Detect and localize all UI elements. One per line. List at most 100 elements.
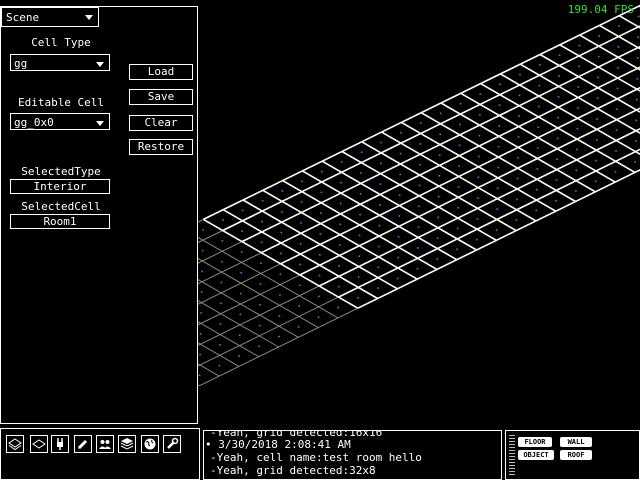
log-console[interactable]: -Yeah, grid detected:16x16 • 3/30/2018 2…: [203, 430, 502, 480]
selected-type-value: Interior: [10, 179, 110, 194]
cell-dot: [241, 209, 244, 212]
cell-dot: [378, 224, 381, 227]
cell-dot: [436, 237, 439, 239]
load-button[interactable]: Load: [129, 64, 193, 80]
cell-dot: [319, 233, 322, 235]
floor-layer-button[interactable]: FLOOR: [518, 437, 552, 447]
cell-dot: [319, 254, 321, 256]
cell-dot: [637, 57, 639, 59]
editable-cell-select[interactable]: gg_0x0: [10, 113, 110, 130]
cell-dot: [318, 274, 321, 277]
cell-dot: [338, 244, 341, 246]
cell-dot: [556, 158, 558, 160]
cell-dot: [379, 183, 382, 185]
cell-dot: [517, 157, 519, 159]
cell-dot: [538, 105, 540, 108]
log-line: • 3/30/2018 2:08:41 AM: [205, 438, 351, 451]
roof-layer-button[interactable]: ROOF: [560, 450, 592, 460]
cell-dot: [516, 177, 519, 180]
cell-dot: [536, 188, 538, 191]
selected-cell-label: SelectedCell: [21, 200, 101, 213]
cell-type-select[interactable]: gg: [10, 54, 110, 71]
cell-dot: [359, 213, 361, 216]
cell-dot: [297, 326, 300, 328]
diamond-tool-button[interactable]: [30, 435, 48, 453]
layer-tool-button[interactable]: [6, 435, 24, 453]
cell-dot: [219, 323, 222, 325]
cell-dot: [476, 218, 479, 220]
grid-line: [241, 45, 640, 243]
cell-dot: [457, 206, 459, 209]
cell-dot: [636, 98, 638, 101]
users-tool-button[interactable]: [96, 435, 114, 453]
chevron-down-icon: [96, 121, 104, 126]
grid-line: [357, 169, 640, 309]
cell-dot: [536, 168, 539, 170]
cell-dot: [617, 66, 619, 69]
cell-dot: [279, 273, 282, 275]
cell-dot: [535, 209, 538, 212]
cell-dot: [558, 75, 560, 77]
scene-dropdown[interactable]: Scene: [1, 7, 99, 27]
cell-dot: [359, 193, 362, 195]
cell-dot: [458, 144, 461, 147]
cell-dot: [200, 291, 203, 293]
cell-dot: [398, 215, 400, 217]
cell-dot: [438, 154, 441, 156]
wrench-tool-button[interactable]: [163, 435, 181, 453]
cell-dot: [616, 87, 619, 90]
cell-dot: [299, 242, 302, 245]
cell-dot: [278, 335, 280, 338]
cell-dot: [420, 122, 422, 124]
clear-button[interactable]: Clear: [129, 115, 193, 131]
wall-layer-button[interactable]: WALL: [560, 437, 592, 447]
cell-dot: [497, 145, 500, 148]
cell-dot: [635, 140, 637, 142]
cell-dot: [515, 219, 518, 221]
pencil-tool-button[interactable]: [74, 435, 92, 453]
cell-dot: [298, 305, 300, 307]
cell-dot: [496, 187, 499, 190]
cell-dot: [379, 204, 381, 206]
plug-tool-button[interactable]: [51, 435, 69, 453]
cell-dot: [337, 285, 340, 288]
cell-dot: [595, 159, 597, 162]
cell-dot: [479, 114, 481, 116]
cell-dot: [396, 277, 399, 280]
cell-dot: [301, 180, 303, 183]
cell-type-value: gg: [14, 57, 28, 70]
object-layer-button[interactable]: OBJECT: [518, 450, 554, 460]
cell-dot: [594, 180, 597, 183]
cell-dot: [198, 374, 201, 377]
cell-dot: [360, 151, 363, 153]
globe-tool-button[interactable]: [141, 435, 159, 453]
cell-dot: [418, 184, 421, 187]
cell-dot: [596, 97, 599, 99]
cell-dot: [200, 312, 202, 314]
plug-icon: [57, 438, 63, 450]
cell-dot: [261, 220, 263, 223]
grid-line: [579, 34, 640, 71]
cell-dot: [459, 123, 461, 126]
cell-dot: [238, 334, 241, 336]
wrench-icon: [167, 437, 179, 449]
cell-dot: [259, 303, 261, 306]
editable-cell-label: Editable Cell: [17, 96, 105, 109]
bullet-icon: •: [205, 438, 212, 451]
cell-dot: [318, 295, 320, 298]
cell-dot: [456, 248, 458, 251]
cell-dot: [617, 46, 620, 48]
restore-button[interactable]: Restore: [129, 139, 193, 155]
cell-dot: [261, 199, 264, 202]
cell-dot: [517, 136, 520, 138]
layer-scrollbar[interactable]: [509, 435, 515, 477]
cell-dot: [635, 119, 638, 122]
cell-dot: [618, 25, 620, 27]
cube-tool-button[interactable]: [118, 435, 136, 453]
save-button[interactable]: Save: [129, 89, 193, 105]
cell-dot: [377, 287, 379, 289]
chevron-down-icon: [96, 62, 104, 67]
cell-dot: [578, 65, 580, 68]
cell-dot: [220, 302, 222, 305]
cell-dot: [537, 126, 540, 129]
